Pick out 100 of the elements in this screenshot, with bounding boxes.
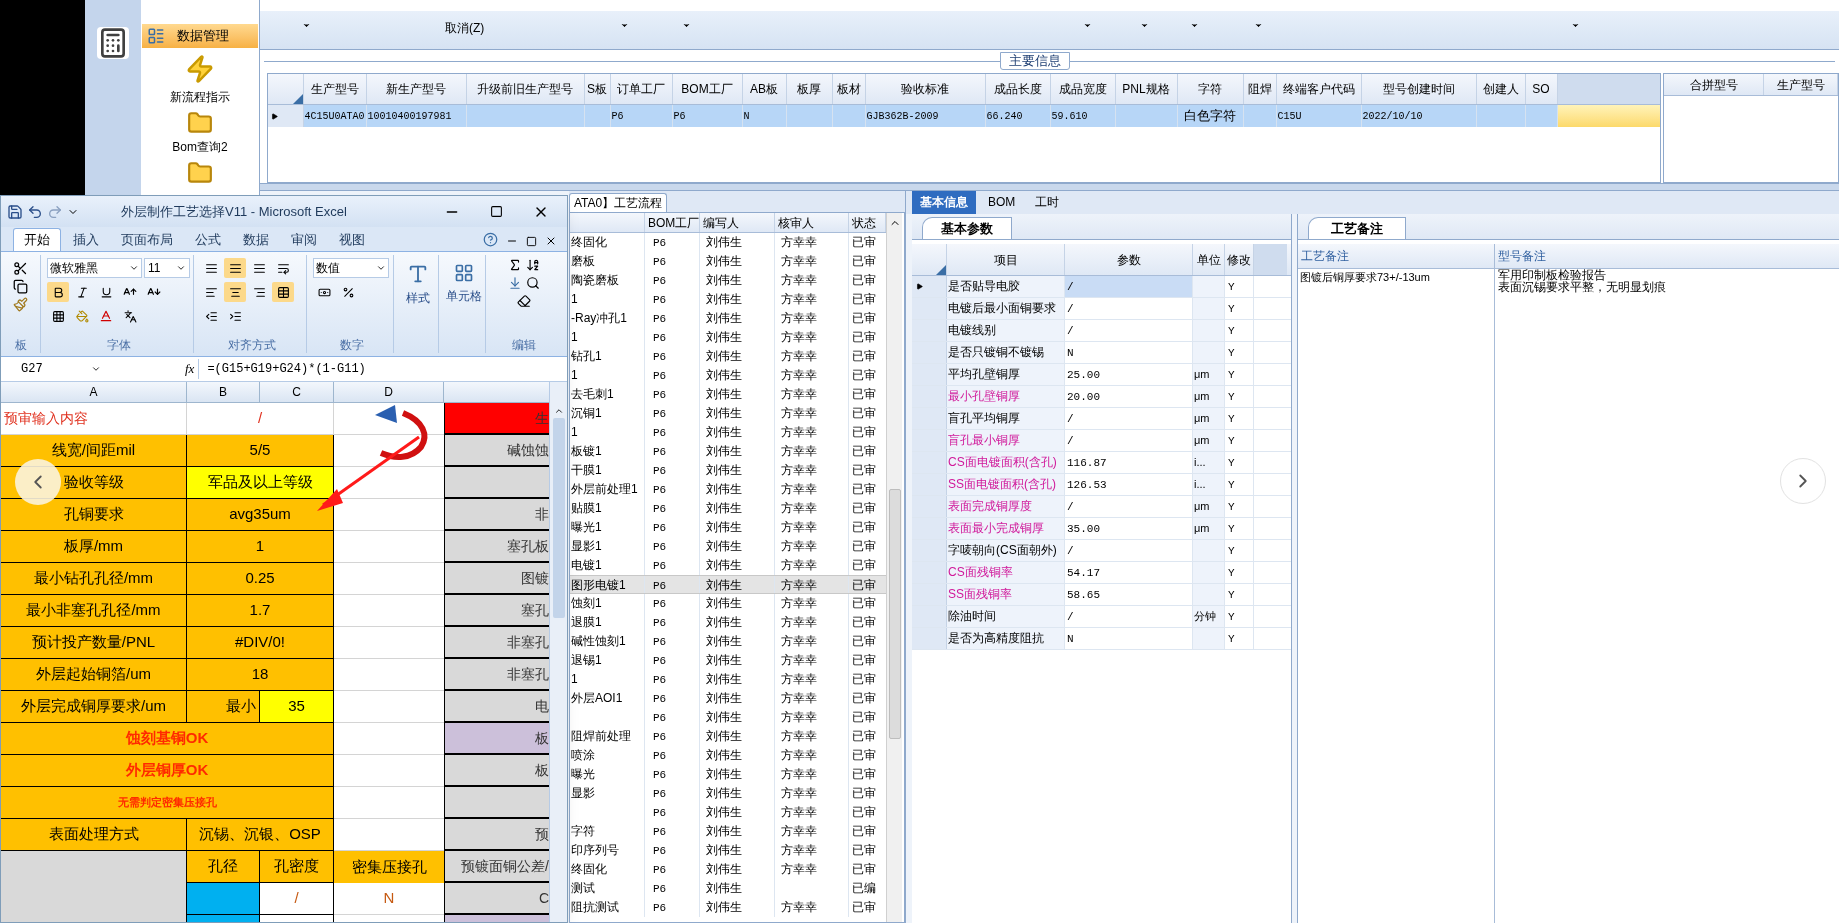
- sum-icon[interactable]: [508, 258, 522, 272]
- save-icon[interactable]: [7, 203, 23, 220]
- list-row[interactable]: 曝光 P6 刘伟生 方幸幸 已审: [570, 765, 886, 784]
- ribbon-tab[interactable]: 公式: [185, 229, 231, 251]
- caret-icon[interactable]: [1190, 21, 1199, 30]
- ribbon-tab[interactable]: 开始: [13, 228, 61, 251]
- table-row[interactable]: 是否贴导电胶 / Y: [912, 276, 1291, 298]
- table-row[interactable]: 是否只镀铜不镀锡 N Y: [912, 342, 1291, 364]
- calculator-icon[interactable]: [97, 27, 129, 59]
- format-select[interactable]: 数值: [313, 258, 389, 278]
- list-row[interactable]: 1 P6 刘伟生 方幸幸 已审: [570, 670, 886, 689]
- fill-down-icon[interactable]: [508, 276, 522, 290]
- table-row[interactable]: 平均孔壁铜厚 25.00 μm Y: [912, 364, 1291, 386]
- table-row[interactable]: 是否为高精度阻抗 N Y: [912, 628, 1291, 650]
- table-row[interactable]: 除油时间 / 分钟 Y: [912, 606, 1291, 628]
- caret-icon[interactable]: [302, 21, 311, 30]
- list-row[interactable]: 干膜1 P6 刘伟生 方幸幸 已审: [570, 461, 886, 480]
- scroll-thumb[interactable]: [888, 489, 901, 739]
- scrollbar[interactable]: [549, 382, 567, 922]
- eraser-icon[interactable]: [517, 294, 531, 308]
- copy-icon[interactable]: [13, 279, 28, 294]
- list-row[interactable]: 显影 P6 刘伟生 方幸幸 已审: [570, 784, 886, 803]
- list-row[interactable]: 外层AOI1 P6 刘伟生 方幸幸 已审: [570, 689, 886, 708]
- caret-icon[interactable]: [1140, 21, 1149, 30]
- undo-icon[interactable]: [27, 203, 43, 220]
- ribbon-tab[interactable]: 视图: [329, 229, 375, 251]
- tab[interactable]: 工艺备注: [1308, 217, 1406, 239]
- ribbon-tab[interactable]: 插入: [63, 229, 109, 251]
- list-row[interactable]: 终固化 P6 刘伟生 方幸幸 已审: [570, 860, 886, 879]
- merge-button[interactable]: [272, 282, 294, 302]
- table-row[interactable]: CS面残铜率 54.17 Y: [912, 562, 1291, 584]
- table-row[interactable]: 电镀线别 / Y: [912, 320, 1291, 342]
- list-row[interactable]: 碱性蚀刻1 P6 刘伟生 方幸幸 已审: [570, 632, 886, 651]
- list-row[interactable]: 沉铜1 P6 刘伟生 方幸幸 已审: [570, 404, 886, 423]
- list-row[interactable]: P6 刘伟生 方幸幸 已审: [570, 708, 886, 727]
- list-row[interactable]: 退锡1 P6 刘伟生 方幸幸 已审: [570, 651, 886, 670]
- list-row[interactable]: 1 P6 刘伟生 方幸幸 已审: [570, 366, 886, 385]
- table-row[interactable]: 盲孔最小铜厚 / μm Y: [912, 430, 1291, 452]
- list-row[interactable]: 退膜1 P6 刘伟生 方幸幸 已审: [570, 613, 886, 632]
- list-row[interactable]: 钻孔1 P6 刘伟生 方幸幸 已审: [570, 347, 886, 366]
- tab[interactable]: 工时: [1027, 191, 1068, 214]
- list-row[interactable]: 阻抗测试 P6 刘伟生 方幸幸 已审: [570, 898, 886, 917]
- list-row[interactable]: 阻焊前处理 P6 刘伟生 方幸幸 已审: [570, 727, 886, 746]
- table-row[interactable]: 盲孔平均铜厚 / μm Y: [912, 408, 1291, 430]
- list-row[interactable]: 终固化 P6 刘伟生 方幸幸 已审: [570, 233, 886, 252]
- tab[interactable]: 基本信息: [912, 191, 976, 214]
- list-row[interactable]: 1 P6 刘伟生 方幸幸 已审: [570, 328, 886, 347]
- list-row[interactable]: 显影1 P6 刘伟生 方幸幸 已审: [570, 537, 886, 556]
- list-row[interactable]: 外层前处理1 P6 刘伟生 方幸幸 已审: [570, 480, 886, 499]
- font-select[interactable]: 微软雅黑: [47, 258, 142, 278]
- list-row[interactable]: 蚀刻1 P6 刘伟生 方幸幸 已审: [570, 594, 886, 613]
- cancel-button[interactable]: 取消(Z): [445, 21, 485, 35]
- caret-icon[interactable]: [1083, 21, 1092, 30]
- table-row[interactable]: 最小孔壁铜厚 20.00 μm Y: [912, 386, 1291, 408]
- list-row[interactable]: 喷涂 P6 刘伟生 方幸幸 已审: [570, 746, 886, 765]
- table-row[interactable]: 表面完成铜厚度 / μm Y: [912, 496, 1291, 518]
- list-row[interactable]: -Ray冲孔1 P6 刘伟生 方幸幸 已审: [570, 309, 886, 328]
- size-select[interactable]: 11: [144, 258, 190, 278]
- list-row[interactable]: 1 P6 刘伟生 方幸幸 已审: [570, 423, 886, 442]
- ribbon-tab[interactable]: 页面布局: [111, 229, 183, 251]
- ribbon-tab[interactable]: 数据: [233, 229, 279, 251]
- caret-icon[interactable]: [620, 21, 629, 30]
- list-row[interactable]: 磨板 P6 刘伟生 方幸幸 已审: [570, 252, 886, 271]
- list-row[interactable]: 测试 P6 刘伟生 已编: [570, 879, 886, 898]
- table-row[interactable]: SS面电镀面积(含孔) 126.53 i... Y: [912, 474, 1291, 496]
- maximize-icon[interactable]: [490, 205, 503, 218]
- formula-field[interactable]: =(G15+G19+G24)*(1-G11): [198, 359, 567, 379]
- list-row[interactable]: P6 刘伟生 方幸幸 已审: [570, 803, 886, 822]
- bold-button[interactable]: [47, 282, 69, 302]
- menu-item[interactable]: Bom查询2: [168, 110, 232, 156]
- align-center-button[interactable]: [224, 282, 246, 302]
- restore-icon[interactable]: [526, 236, 537, 247]
- scroll-thumb[interactable]: [552, 418, 565, 618]
- name-box[interactable]: G27: [1, 359, 121, 379]
- close-icon[interactable]: [545, 235, 557, 247]
- cells-button[interactable]: 单元格: [442, 255, 486, 353]
- list-row[interactable]: 去毛刺1 P6 刘伟生 方幸幸 已审: [570, 385, 886, 404]
- tab[interactable]: ATA0】工艺流程: [569, 193, 668, 212]
- list-row[interactable]: 字符 P6 刘伟生 方幸幸 已审: [570, 822, 886, 841]
- menu-item[interactable]: 数据管理: [142, 24, 258, 48]
- table-row[interactable]: 4C15U0ATA0 10010400197981 P6 P6 N GJB362B-2009 66.240 59.610 白色字符 C15U 2022/10/10: [268, 105, 1660, 127]
- sort-icon[interactable]: [526, 258, 540, 272]
- function-button[interactable]: fx: [185, 359, 195, 379]
- caret-icon[interactable]: [1254, 21, 1263, 30]
- caret-icon[interactable]: [682, 21, 691, 30]
- styles-button[interactable]: 样式: [397, 255, 439, 353]
- ribbon-tab[interactable]: 审阅: [281, 229, 327, 251]
- help-icon[interactable]: [483, 232, 498, 247]
- list-row[interactable]: 印序列号 P6 刘伟生 方幸幸 已审: [570, 841, 886, 860]
- caret-icon[interactable]: [1571, 21, 1580, 30]
- list-row[interactable]: 贴膜1 P6 刘伟生 方幸幸 已审: [570, 499, 886, 518]
- list-row[interactable]: 陶瓷磨板 P6 刘伟生 方幸幸 已审: [570, 271, 886, 290]
- align-middle-button[interactable]: [224, 258, 246, 278]
- tab[interactable]: BOM: [980, 191, 1024, 214]
- list-row[interactable]: 图形电镀1 P6 刘伟生 方幸幸 已审: [570, 575, 886, 594]
- list-row[interactable]: 板镀1 P6 刘伟生 方幸幸 已审: [570, 442, 886, 461]
- table-row[interactable]: 表面最小完成铜厚 35.00 μm Y: [912, 518, 1291, 540]
- table-row[interactable]: 电镀后最小面铜要求 / Y: [912, 298, 1291, 320]
- menu-item[interactable]: 新流程指示: [166, 52, 234, 106]
- cut-icon[interactable]: [13, 261, 28, 276]
